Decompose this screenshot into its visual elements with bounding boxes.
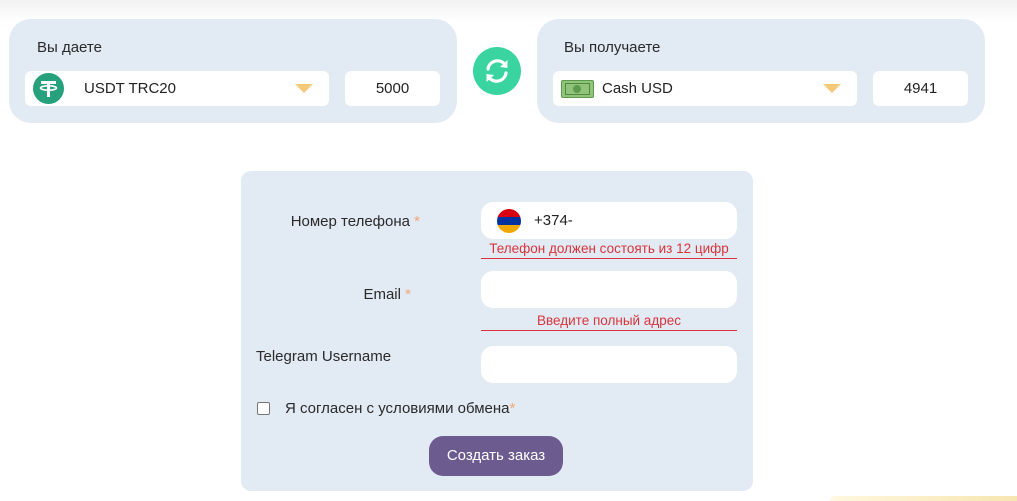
phone-value: +374-: [534, 212, 573, 229]
give-currency-name: USDT TRC20: [84, 80, 176, 97]
swap-arrows-icon: [486, 59, 508, 83]
give-panel: Вы даете USDT TRC20 5000: [9, 19, 457, 123]
email-label-text: Email: [363, 286, 401, 303]
give-amount-input[interactable]: 5000: [345, 71, 440, 106]
receive-panel-title: Вы получаете: [564, 39, 661, 56]
telegram-username-label: Telegram Username: [256, 348, 392, 365]
email-input[interactable]: [481, 271, 737, 308]
give-currency-select[interactable]: USDT TRC20: [25, 71, 329, 106]
swap-button[interactable]: [473, 47, 521, 95]
email-error-message: Введите полный адрес: [481, 313, 737, 331]
phone-label-text: Номер телефона: [290, 213, 410, 230]
phone-error-message: Телефон должен состоять из 12 цифр: [481, 241, 737, 259]
receive-currency-select[interactable]: Cash USD: [553, 71, 857, 106]
email-label: Email *: [363, 286, 411, 303]
agreement-label[interactable]: Я согласен с условиями обмена*: [285, 400, 515, 417]
agreement-label-text: Я согласен с условиями обмена: [285, 400, 510, 417]
chevron-down-icon[interactable]: [823, 84, 841, 93]
tether-icon: [33, 73, 64, 104]
phone-input[interactable]: +374-: [481, 202, 737, 239]
order-form: Номер телефона * +374- Телефон должен со…: [241, 171, 753, 491]
give-panel-title: Вы даете: [37, 39, 102, 56]
corner-decoration: [830, 496, 1017, 501]
phone-label: Номер телефона *: [291, 213, 420, 230]
create-order-button[interactable]: Создать заказ: [429, 436, 563, 476]
receive-amount-input[interactable]: 4941: [873, 71, 968, 106]
receive-currency-name: Cash USD: [602, 80, 673, 97]
armenia-flag-icon[interactable]: [497, 209, 521, 233]
chevron-down-icon[interactable]: [295, 84, 313, 93]
cash-banknote-icon: [561, 80, 594, 98]
required-mark: *: [509, 400, 516, 417]
agreement-checkbox[interactable]: [257, 402, 270, 415]
required-mark: *: [405, 286, 411, 303]
required-mark: *: [414, 213, 420, 230]
receive-panel: Вы получаете Cash USD 4941: [537, 19, 985, 123]
telegram-username-input[interactable]: [481, 346, 737, 383]
